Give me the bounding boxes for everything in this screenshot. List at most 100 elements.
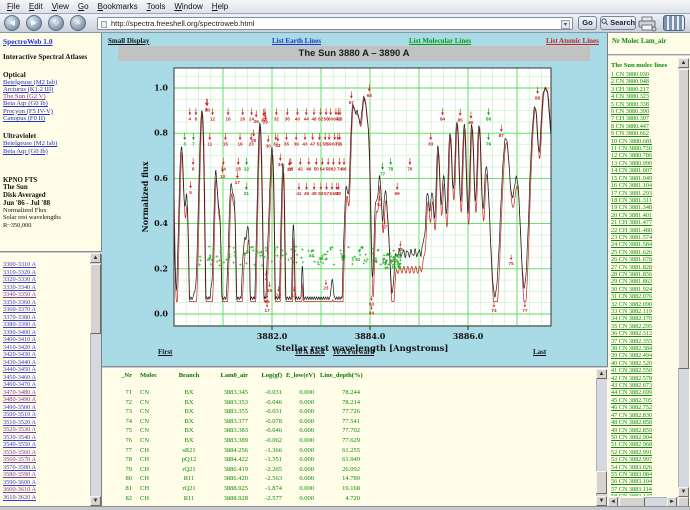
- nav-forward-link[interactable]: 10 A Forward: [333, 348, 374, 356]
- molec-line-link[interactable]: 18 CN 3881.311: [611, 197, 685, 204]
- molec-line-link[interactable]: 10 CN 3880.681: [611, 138, 685, 145]
- small-display-link[interactable]: Small Display: [108, 37, 149, 45]
- left-scroll-up-icon[interactable]: ▲: [90, 253, 101, 263]
- menu-window[interactable]: Window: [171, 1, 208, 12]
- sidebar-range-link[interactable]: 3430-3440 A: [3, 359, 89, 367]
- sidebar-star-link[interactable]: Betelgeuse (M2 Iab): [3, 140, 88, 147]
- molec-line-link[interactable]: 9 CN 3880.662: [611, 130, 685, 137]
- molec-line-link[interactable]: 5 CN 3880.338: [611, 101, 685, 108]
- sidebar-range-link[interactable]: 3460-3470 A: [3, 381, 89, 389]
- molec-line-link[interactable]: 21 CH 3881.477: [611, 219, 685, 226]
- molec-line-link[interactable]: 11 CN 3880.730: [611, 145, 685, 152]
- molec-line-link[interactable]: 50 CN 3882.904: [611, 434, 685, 441]
- sidebar-range-link[interactable]: 3580-3590 A: [3, 471, 89, 479]
- url-input[interactable]: http://spectra.freeshell.org/spectroweb.…: [97, 17, 573, 30]
- molec-line-link[interactable]: 48 CN 3882.858: [611, 419, 685, 426]
- sidebar-range-link[interactable]: 3400-3410 A: [3, 336, 89, 344]
- menu-view[interactable]: View: [49, 1, 75, 12]
- sidebar-range-link[interactable]: 3410-3420 A: [3, 344, 89, 352]
- right-scroll-up-icon[interactable]: ▲: [678, 58, 689, 68]
- sidebar-range-link[interactable]: 3520-3530 A: [3, 426, 89, 434]
- molec-line-link[interactable]: 23 CN 3881.574: [611, 234, 685, 241]
- molec-line-link[interactable]: 44 CN 3882.699: [611, 389, 685, 396]
- molec-line-link[interactable]: 17 CN 3881.293: [611, 190, 685, 197]
- sidebar-range-link[interactable]: 3540-3550 A: [3, 441, 89, 449]
- right-scroll-down-icon[interactable]: ▼: [678, 487, 689, 497]
- sidebar-range-link[interactable]: 3610-3620 A: [3, 494, 89, 502]
- sidebar-range-link[interactable]: 3450-3460 A: [3, 374, 89, 382]
- molec-line-link[interactable]: 22 CH 3881.480: [611, 227, 685, 234]
- molec-line-link[interactable]: 53 CN 3882.997: [611, 456, 685, 463]
- nav-last-link[interactable]: Last: [533, 348, 546, 356]
- molec-line-link[interactable]: 16 CN 3881.104: [611, 182, 685, 189]
- molec-line-link[interactable]: 38 CN 3882.384: [611, 345, 685, 352]
- left-scroll-thumb[interactable]: [90, 264, 101, 334]
- table-scroll-up-icon[interactable]: ▲: [596, 369, 607, 379]
- molec-line-link[interactable]: 12 CN 3880.786: [611, 152, 685, 159]
- molec-line-link[interactable]: 27 CN 3881.828: [611, 264, 685, 271]
- molec-line-link[interactable]: 54 CN 3883.026: [611, 464, 685, 471]
- menu-edit[interactable]: Edit: [26, 1, 49, 12]
- sidebar-range-link[interactable]: 3440-3450 A: [3, 366, 89, 374]
- molec-line-link[interactable]: 51 CN 3882.968: [611, 441, 685, 448]
- molec-line-link[interactable]: 56 CN 3883.104: [611, 478, 685, 485]
- molec-line-link[interactable]: 49 CN 3882.859: [611, 427, 685, 434]
- molec-line-link[interactable]: 25 CN 3881.626: [611, 249, 685, 256]
- sidebar-range-link[interactable]: 3340-3350 A: [3, 291, 89, 299]
- list-earth-lines-link[interactable]: List Earth Lines: [272, 37, 321, 45]
- stop-icon[interactable]: ✕: [70, 15, 86, 31]
- browser-logo[interactable]: [663, 15, 685, 31]
- spectroweb-home-link[interactable]: SpectroWeb 1.0: [3, 37, 88, 46]
- sidebar-range-link[interactable]: 3490-3500 A: [3, 404, 89, 412]
- sidebar-range-link[interactable]: 3420-3430 A: [3, 351, 89, 359]
- sidebar-star-link[interactable]: Beta Aqr (G0 Ib): [3, 148, 88, 155]
- molec-line-link[interactable]: 40 CN 3882.520: [611, 360, 685, 367]
- molec-line-link[interactable]: 31 CN 3882.076: [611, 293, 685, 300]
- sidebar-range-link[interactable]: 3370-3380 A: [3, 314, 89, 322]
- search-button[interactable]: Search: [600, 16, 636, 30]
- molec-line-link[interactable]: 32 CN 3882.090: [611, 301, 685, 308]
- sidebar-range-link[interactable]: 3380-3390 A: [3, 321, 89, 329]
- sidebar-range-link[interactable]: 3480-3490 A: [3, 396, 89, 404]
- sidebar-star-link[interactable]: Beta Aqr (G0 Ib): [3, 100, 88, 107]
- sidebar-star-link[interactable]: Betelgeuse (M2 Iab): [3, 79, 88, 86]
- molec-line-link[interactable]: 46 CN 3882.752: [611, 404, 685, 411]
- molec-line-link[interactable]: 35 CN 3882.295: [611, 323, 685, 330]
- molec-line-link[interactable]: 58 CN 3883.147: [611, 493, 685, 496]
- molec-line-link[interactable]: 36 CN 3882.312: [611, 330, 685, 337]
- left-scroll-down-icon[interactable]: ▼: [90, 496, 101, 506]
- sidebar-range-link[interactable]: 3530-3540 A: [3, 434, 89, 442]
- molec-line-link[interactable]: 41 CN 3882.550: [611, 367, 685, 374]
- molec-line-link[interactable]: 57 CN 3883.114: [611, 486, 685, 493]
- molec-line-link[interactable]: 14 CN 3881.007: [611, 167, 685, 174]
- go-button[interactable]: Go: [578, 16, 597, 30]
- sidebar-range-link[interactable]: 3350-3360 A: [3, 299, 89, 307]
- sidebar-range-link[interactable]: 3570-3580 A: [3, 464, 89, 472]
- molec-line-link[interactable]: 29 CN 3881.863: [611, 278, 685, 285]
- sidebar-range-link[interactable]: 3390-3400 A: [3, 329, 89, 337]
- url-text[interactable]: http://spectra.freeshell.org/spectroweb.…: [111, 19, 254, 28]
- sidebar-range-link[interactable]: 3310-3320 A: [3, 269, 89, 277]
- molec-line-link[interactable]: 3 CH 3880.217: [611, 86, 685, 93]
- menu-file[interactable]: File: [4, 1, 26, 12]
- url-dropdown-icon[interactable]: ▾: [561, 20, 570, 29]
- sidebar-range-link[interactable]: 3360-3370 A: [3, 306, 89, 314]
- molec-line-link[interactable]: 20 CN 3881.401: [611, 212, 685, 219]
- molec-line-link[interactable]: 30 CN 3881.924: [611, 286, 685, 293]
- molec-line-link[interactable]: 42 CN 3882.578: [611, 375, 685, 382]
- sidebar-range-link[interactable]: 3560-3570 A: [3, 456, 89, 464]
- molec-line-link[interactable]: 8 CN 3880.447: [611, 123, 685, 130]
- menu-help[interactable]: Help: [209, 1, 234, 12]
- sidebar-range-link[interactable]: 3500-3510 A: [3, 411, 89, 419]
- sidebar-range-link[interactable]: 3510-3520 A: [3, 419, 89, 427]
- sidebar-range-link[interactable]: 3320-3330 A: [3, 276, 89, 284]
- molec-line-link[interactable]: 2 CN 3880.048: [611, 78, 685, 85]
- table-scroll-down-icon[interactable]: ▼: [596, 496, 607, 506]
- table-scroll-thumb[interactable]: [596, 471, 607, 494]
- molec-line-link[interactable]: 34 CN 3882.170: [611, 315, 685, 322]
- molec-line-link[interactable]: 26 CN 3881.678: [611, 256, 685, 263]
- right-scroll-thumb[interactable]: [678, 69, 689, 369]
- menu-go[interactable]: Go: [75, 1, 95, 12]
- molec-line-link[interactable]: 19 CN 3881.348: [611, 204, 685, 211]
- molec-line-link[interactable]: 15 CN 3881.049: [611, 175, 685, 182]
